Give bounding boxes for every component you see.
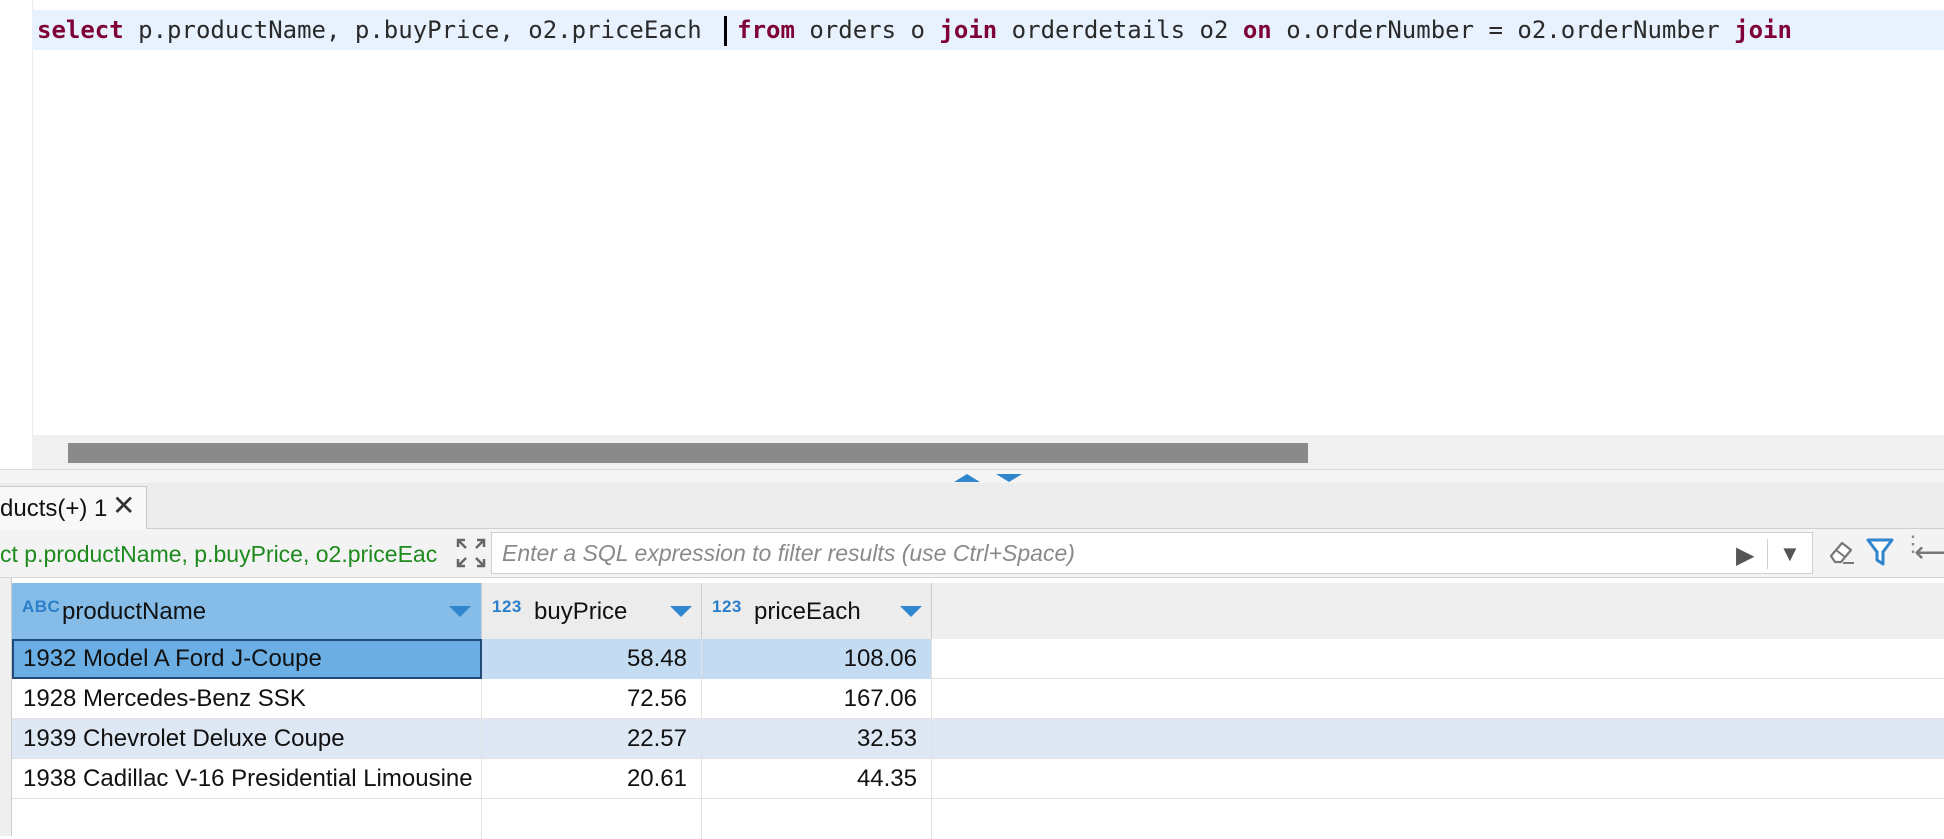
- maximize-results-arrow-icon[interactable]: [996, 474, 1022, 482]
- table-row[interactable]: 1928 Mercedes-Benz SSK 72.56 167.06: [12, 679, 1944, 719]
- cell-buyprice[interactable]: 72.56: [482, 679, 702, 719]
- sql-current-line[interactable]: select p.productName, p.buyPrice, o2.pri…: [32, 10, 1944, 50]
- cell-productname[interactable]: 1938 Cadillac V-16 Presidential Limousin…: [12, 759, 482, 799]
- apply-filter-icon[interactable]: ▶: [1736, 541, 1754, 570]
- cell-priceeach[interactable]: 32.53: [702, 719, 932, 759]
- sql-editor[interactable]: select p.productName, p.buyPrice, o2.pri…: [0, 0, 1944, 435]
- funnel-icon[interactable]: [1866, 537, 1894, 567]
- sort-dropdown-icon[interactable]: [449, 606, 471, 617]
- sql-text: p.productName, p.buyPrice, o2.priceEach: [123, 16, 717, 44]
- column-header-productname[interactable]: ABC productName: [12, 583, 482, 639]
- results-tabs-bar: ducts(+) 1 ✕: [0, 483, 1944, 529]
- filter-bar: ct p.productName, p.buyPrice, o2.priceEa…: [0, 529, 1944, 578]
- sql-keyword: join: [939, 16, 998, 44]
- editor-gutter: [0, 0, 33, 435]
- number-type-icon: 123: [492, 597, 522, 616]
- filter-history-dropdown-icon[interactable]: ▼: [1779, 541, 1801, 567]
- results-grid[interactable]: ABC productName 123 buyPrice 123 priceEa…: [0, 578, 1944, 839]
- column-header-buyprice[interactable]: 123 buyPrice: [482, 583, 702, 639]
- tab-results[interactable]: ducts(+) 1 ✕: [0, 486, 147, 529]
- editor-horizontal-scrollbar[interactable]: [32, 435, 1944, 469]
- sql-keyword: join: [1734, 16, 1792, 44]
- table-row[interactable]: 1939 Chevrolet Deluxe Coupe 22.57 32.53: [12, 719, 1944, 759]
- filter-input[interactable]: [500, 533, 1704, 573]
- cell-priceeach[interactable]: 167.06: [702, 679, 932, 719]
- sort-dropdown-icon[interactable]: [900, 606, 922, 617]
- cell-productname[interactable]: 1939 Chevrolet Deluxe Coupe: [12, 719, 482, 759]
- panel-splitter[interactable]: [0, 469, 1944, 484]
- cell-priceeach[interactable]: 108.06: [702, 639, 932, 679]
- empty-cell: [12, 799, 482, 839]
- expand-icon[interactable]: [455, 537, 487, 569]
- empty-cell: [702, 799, 932, 839]
- cell-buyprice[interactable]: 58.48: [482, 639, 702, 679]
- eraser-icon[interactable]: [1826, 537, 1856, 567]
- sort-dropdown-icon[interactable]: [670, 606, 692, 617]
- column-header-label: productName: [62, 598, 207, 625]
- column-header-label: buyPrice: [534, 598, 628, 625]
- number-type-icon: 123: [712, 597, 742, 616]
- sql-keyword: from: [737, 16, 795, 44]
- empty-cell: [482, 799, 702, 839]
- cell-buyprice[interactable]: 22.57: [482, 719, 702, 759]
- text-cursor: [724, 16, 728, 46]
- text-type-icon: ABC: [22, 597, 61, 616]
- close-icon[interactable]: ✕: [112, 491, 135, 521]
- column-header-label: priceEach: [754, 598, 861, 625]
- sql-keyword: select: [37, 16, 124, 44]
- sql-text: o.orderNumber = o2.orderNumber: [1271, 16, 1735, 44]
- row-header-gutter: [0, 578, 12, 836]
- sql-keyword: on: [1242, 16, 1272, 44]
- table-row[interactable]: 1932 Model A Ford J-Coupe 58.48 108.06: [12, 639, 1944, 679]
- column-header-priceeach[interactable]: 123 priceEach: [702, 583, 932, 639]
- divider: [1767, 539, 1768, 569]
- grid-header: ABC productName 123 buyPrice 123 priceEa…: [12, 583, 1944, 639]
- back-arrow-icon[interactable]: ⟵: [1914, 535, 1944, 570]
- cell-productname[interactable]: 1932 Model A Ford J-Coupe: [12, 639, 482, 679]
- scrollbar-thumb[interactable]: [68, 443, 1308, 463]
- maximize-editor-arrow-icon[interactable]: [954, 474, 980, 482]
- empty-row: [12, 799, 1944, 839]
- cell-productname[interactable]: 1928 Mercedes-Benz SSK: [12, 679, 482, 719]
- filter-input-container: ▶ ▼: [491, 532, 1813, 574]
- sql-text: orderdetails o2: [997, 16, 1243, 44]
- query-preview[interactable]: ct p.productName, p.buyPrice, o2.priceEa…: [0, 541, 442, 568]
- sql-text: orders o: [794, 16, 940, 44]
- cell-buyprice[interactable]: 20.61: [482, 759, 702, 799]
- cell-priceeach[interactable]: 44.35: [702, 759, 932, 799]
- table-row[interactable]: 1938 Cadillac V-16 Presidential Limousin…: [12, 759, 1944, 799]
- tab-results-label: ducts(+) 1: [0, 495, 108, 522]
